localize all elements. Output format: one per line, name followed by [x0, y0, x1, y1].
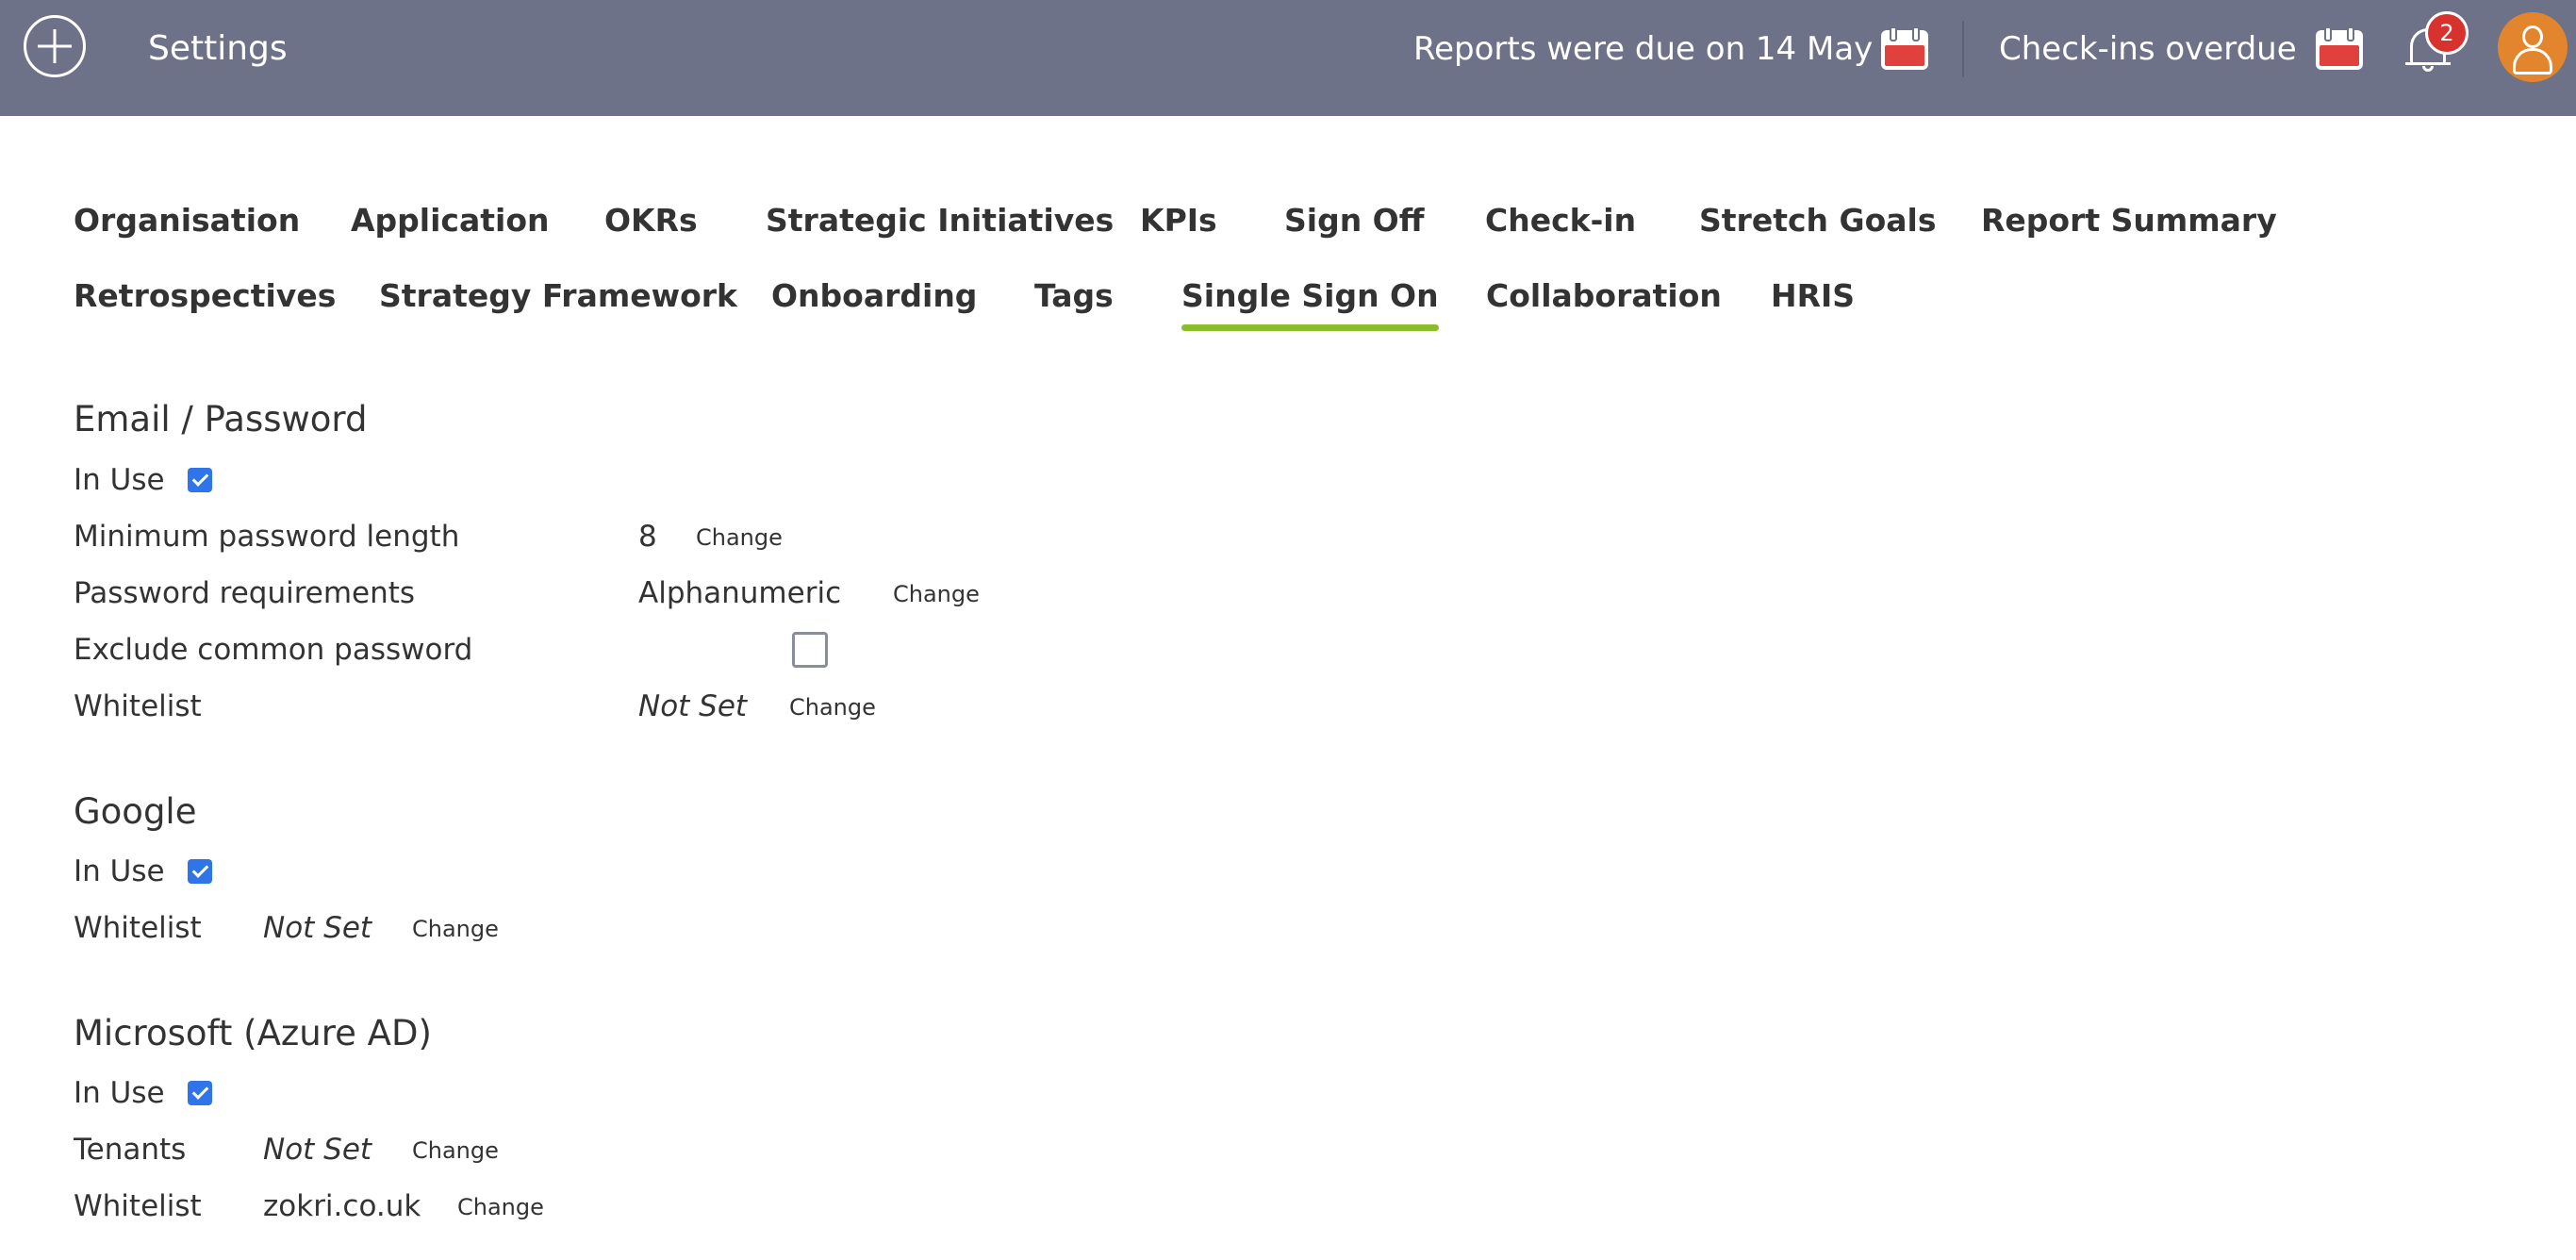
tab-kpis[interactable]: KPIs: [1140, 200, 1217, 241]
tab-check-in[interactable]: Check-in: [1485, 200, 1636, 241]
user-avatar-icon[interactable]: [2498, 12, 2568, 82]
tab-tags[interactable]: Tags: [1034, 275, 1114, 317]
tab-single-sign-on[interactable]: Single Sign On: [1181, 275, 1439, 331]
microsoft-section-title: Microsoft (Azure AD): [74, 1013, 432, 1053]
google-in-use-checkbox[interactable]: [188, 859, 212, 884]
microsoft-whitelist-label: Whitelist: [74, 1189, 202, 1223]
password-requirements-label: Password requirements: [74, 576, 416, 610]
min-password-length-label: Minimum password length: [74, 520, 460, 554]
email-whitelist-value: Not Set: [638, 689, 748, 723]
tab-report-summary[interactable]: Report Summary: [1981, 200, 2277, 241]
top-bar: Settings Reports were due on 14 May Chec…: [0, 0, 2576, 116]
google-whitelist-label: Whitelist: [74, 911, 202, 945]
min-password-length-value: 8: [638, 520, 657, 554]
tab-stretch-goals[interactable]: Stretch Goals: [1699, 200, 1937, 241]
notification-badge[interactable]: 2: [2425, 11, 2469, 55]
change-requirements-button[interactable]: Change: [893, 579, 980, 609]
password-requirements-value: Alphanumeric: [638, 576, 842, 610]
microsoft-whitelist-value: zokri.co.uk: [263, 1189, 421, 1223]
reports-due-notice[interactable]: Reports were due on 14 May: [1413, 28, 1873, 70]
email-in-use-label: In Use: [74, 463, 165, 497]
tab-onboarding[interactable]: Onboarding: [771, 275, 977, 317]
change-tenants-button[interactable]: Change: [412, 1136, 499, 1166]
microsoft-in-use-label: In Use: [74, 1076, 165, 1110]
tab-collaboration[interactable]: Collaboration: [1486, 275, 1722, 317]
calendar-icon[interactable]: [1881, 26, 1928, 70]
tab-application[interactable]: Application: [351, 200, 550, 241]
microsoft-tenants-label: Tenants: [74, 1133, 187, 1167]
change-min-length-button[interactable]: Change: [696, 522, 783, 553]
tab-okrs[interactable]: OKRs: [604, 200, 698, 241]
tab-strategy-framework[interactable]: Strategy Framework: [379, 275, 737, 317]
google-in-use-label: In Use: [74, 854, 165, 888]
header-divider: [1962, 21, 1964, 77]
google-whitelist-value: Not Set: [263, 911, 372, 945]
change-google-whitelist-button[interactable]: Change: [412, 914, 499, 944]
change-microsoft-whitelist-button[interactable]: Change: [457, 1192, 544, 1222]
email-in-use-checkbox[interactable]: [188, 468, 212, 492]
page-title: Settings: [148, 29, 288, 68]
email-password-section-title: Email / Password: [74, 399, 368, 439]
tab-sign-off[interactable]: Sign Off: [1284, 200, 1424, 241]
exclude-common-password-checkbox[interactable]: [792, 632, 828, 668]
checkins-overdue-notice[interactable]: Check-ins overdue: [1999, 28, 2297, 70]
tab-strategic-initiatives[interactable]: Strategic Initiatives: [766, 200, 1114, 241]
exclude-common-password-label: Exclude common password: [74, 633, 473, 667]
microsoft-in-use-checkbox[interactable]: [188, 1081, 212, 1105]
add-icon[interactable]: [24, 15, 86, 77]
microsoft-tenants-value: Not Set: [263, 1133, 372, 1167]
calendar-icon[interactable]: [2316, 26, 2363, 70]
tab-organisation[interactable]: Organisation: [74, 200, 300, 241]
change-email-whitelist-button[interactable]: Change: [789, 692, 876, 722]
tab-hris[interactable]: HRIS: [1771, 275, 1855, 317]
google-section-title: Google: [74, 791, 197, 832]
email-whitelist-label: Whitelist: [74, 689, 202, 723]
tab-retrospectives[interactable]: Retrospectives: [74, 275, 336, 317]
